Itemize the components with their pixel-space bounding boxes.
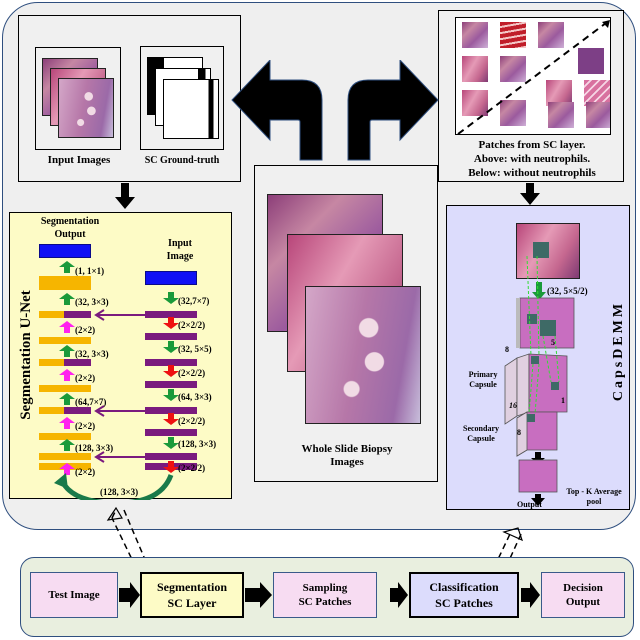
arrow-down-icon [115, 183, 135, 209]
input-images-label: Input Images [47, 154, 111, 166]
patches-grid [455, 17, 611, 135]
curved-arrow-left-icon [231, 60, 323, 161]
dim-label: 8 [505, 345, 509, 354]
arrow-right-icon [245, 582, 272, 608]
patches-caption: Patches from SC layer. Above: with neutr… [439, 138, 625, 180]
split-arrows [231, 60, 439, 161]
patches-caption-line2: Above: with neutrophils. [473, 153, 591, 165]
wsi-label-line1: Whole Slide Biopsy [301, 443, 393, 455]
arrow-down-icon [520, 183, 540, 205]
upsample-arrow-icon [59, 369, 75, 381]
kernel-cube [527, 314, 537, 324]
dim-label: 8 [517, 428, 521, 437]
input-images-frame [35, 47, 121, 150]
capsdemm-diagram [504, 255, 575, 506]
encoder-block [145, 359, 197, 366]
unet-panel: Segmentation U-Net Segmentation Output I… [9, 212, 232, 500]
decoder-block [39, 337, 91, 344]
decoder-block [39, 433, 91, 440]
decoder-op-label: (32, 3×3) [75, 349, 109, 359]
primary-capsule-label: Primary Capsule [461, 370, 505, 390]
conv-arrow-icon [163, 389, 179, 401]
input-image-thumb [58, 78, 114, 138]
bottleneck-arrowhead-icon [54, 473, 68, 489]
pool-arrow-icon [163, 461, 179, 473]
wsi-thumb [305, 286, 421, 424]
decoder-op-label: (2×2) [75, 373, 96, 383]
pool-arrow-icon [163, 413, 179, 425]
capsdemm-panel: CapsDEMM (32, 5×5/2) 5 8 1 16 8 Primary … [446, 205, 630, 510]
decoder-op-label: (2×2) [75, 467, 96, 477]
unet-diagram [39, 261, 197, 500]
conv-arrow-icon [59, 393, 75, 405]
arrow-right-icon [390, 582, 408, 608]
decoder-op-label: (32, 3×3) [75, 297, 109, 307]
secondary-capsule-label: Secondary Capsule [453, 424, 509, 444]
encoder-op-label: (64, 3×3) [178, 392, 212, 402]
dim-label: 1 [561, 396, 565, 405]
ground-truth-frame [140, 46, 224, 150]
encoder-block [145, 311, 197, 318]
decoder-op-label: (1, 1×1) [75, 266, 105, 276]
ground-truth-label: SC Ground-truth [144, 155, 220, 166]
ground-truth-mask [163, 79, 219, 139]
secondary-capsule-label-line1: Secondary [463, 424, 499, 433]
bottleneck-op-label: (128, 3×3) [100, 487, 139, 497]
patches-caption-line3: Below: without neutrophils [468, 167, 596, 179]
decoder-op-label: (2×2) [75, 421, 96, 431]
skip-concat-block [64, 311, 91, 318]
decoder-op-label: (64,7×7) [75, 397, 107, 407]
pooled-output-map [518, 459, 558, 493]
pool-arrow-icon [163, 365, 179, 377]
encoder-op-label: (128, 3×3) [178, 439, 217, 449]
skip-concat-block [64, 407, 91, 414]
dim-label: 16 [509, 401, 517, 410]
training-data-box: Input Images SC Ground-truth [18, 15, 241, 182]
separator-diagonal-line [457, 19, 610, 134]
pipeline-arrows [119, 582, 540, 608]
decoder-block [39, 453, 91, 460]
conv-arrow-icon [59, 293, 75, 305]
encoder-block [145, 407, 197, 414]
decoder-block [39, 385, 91, 392]
primary-capsule-label-line2: Capsule [469, 380, 497, 389]
whole-slide-box: Whole Slide Biopsy Images [254, 165, 438, 482]
conv-arrow-icon [163, 341, 179, 353]
conv-arrow-icon [59, 345, 75, 357]
patches-box: Patches from SC layer. Above: with neutr… [438, 10, 624, 182]
encoder-op-label: (2×2/2) [178, 368, 206, 378]
encoder-op-label: (32, 5×5) [178, 344, 212, 354]
conv-arrow-icon [59, 439, 75, 451]
wsi-label: Whole Slide Biopsy Images [255, 443, 439, 469]
conv-arrow-icon [163, 292, 179, 304]
upsample-arrow-icon [59, 417, 75, 429]
pool-label-line1: Top - K Average [566, 487, 622, 496]
primary-capsule-label-line1: Primary [468, 370, 498, 379]
decoder-op-label: (2×2) [75, 325, 96, 335]
wsi-label-line2: Images [330, 456, 364, 468]
encoder-op-label: (2×2/2) [178, 416, 206, 426]
arrow-right-icon [521, 582, 540, 608]
upsample-arrow-icon [59, 321, 75, 333]
arrow-right-icon [119, 582, 140, 608]
encoder-op-label: (2×2/2) [178, 463, 206, 473]
encoder-op-label: (32,7×7) [178, 296, 210, 306]
secondary-capsule-label-line2: Capsule [467, 434, 495, 443]
curved-arrow-right-icon [347, 60, 439, 161]
kernel-cube [540, 320, 556, 336]
pool-arrow-icon [163, 317, 179, 329]
patches-caption-line1: Patches from SC layer. [478, 139, 586, 151]
conv-arrow-icon [59, 261, 75, 273]
encoder-op-label: (2×2/2) [178, 320, 206, 330]
decoder-op-label: (128, 3×3) [75, 443, 114, 453]
encoder-block [145, 429, 197, 436]
dim-label: 5 [551, 338, 555, 347]
conv-arrow-icon [163, 437, 179, 449]
encoder-block [145, 381, 197, 388]
arrow-down-icon [532, 282, 546, 300]
conv-op-label: (32, 5×5/2) [547, 286, 588, 296]
encoder-block [145, 333, 197, 340]
encoder-block [145, 453, 197, 460]
skip-concat-block [64, 359, 91, 366]
